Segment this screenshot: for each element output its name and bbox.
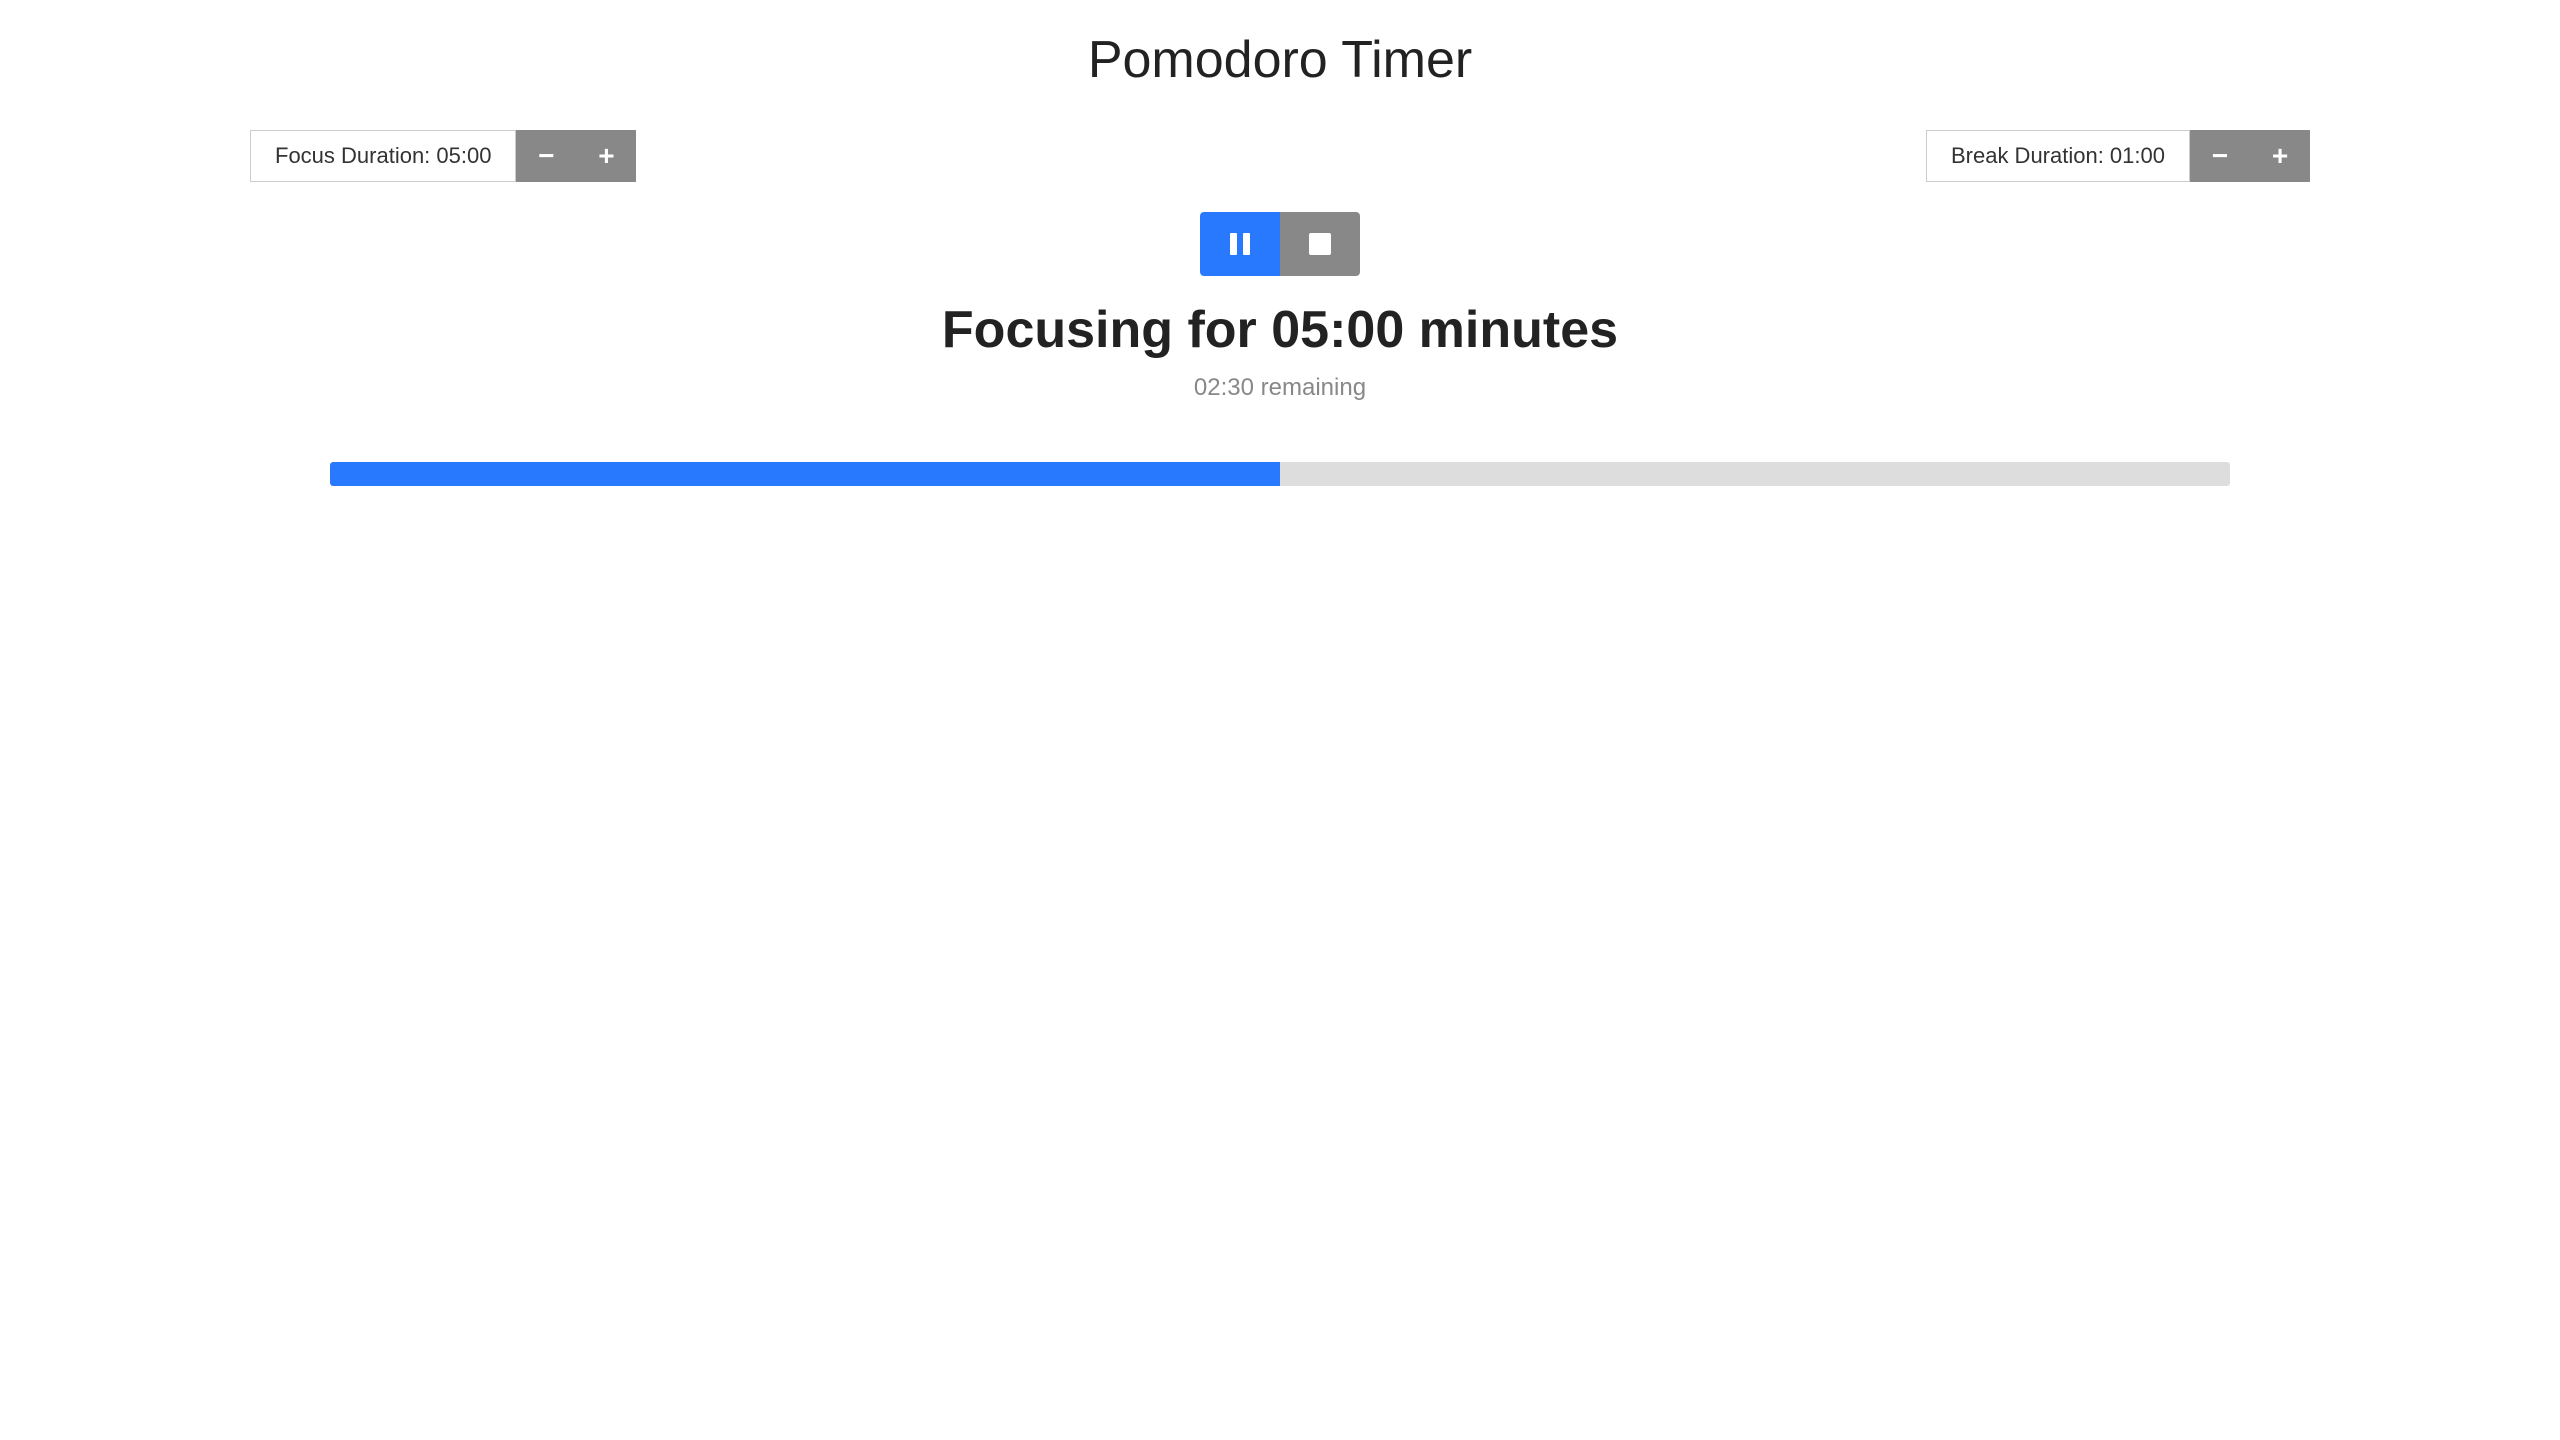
pause-icon xyxy=(1230,233,1250,255)
focusing-text: Focusing for 05:00 minutes xyxy=(942,300,1618,360)
app-container: Pomodoro Timer Focus Duration: 05:00 − +… xyxy=(0,0,2560,1440)
progress-bar-container xyxy=(330,462,2230,486)
focus-increase-button[interactable]: + xyxy=(576,130,636,182)
remaining-text: 02:30 remaining xyxy=(1194,374,1366,402)
playback-controls xyxy=(1200,212,1360,276)
focus-duration-control: Focus Duration: 05:00 − + xyxy=(250,130,636,182)
controls-row: Focus Duration: 05:00 − + Break Duration… xyxy=(0,130,2560,182)
break-increase-button[interactable]: + xyxy=(2250,130,2310,182)
break-decrease-button[interactable]: − xyxy=(2190,130,2250,182)
app-title: Pomodoro Timer xyxy=(1088,30,1472,90)
progress-bar-fill xyxy=(330,462,1280,486)
break-duration-label: Break Duration: 01:00 xyxy=(1926,130,2190,182)
break-duration-control: Break Duration: 01:00 − + xyxy=(1926,130,2310,182)
stop-icon xyxy=(1309,233,1331,255)
pause-button[interactable] xyxy=(1200,212,1280,276)
stop-button[interactable] xyxy=(1280,212,1360,276)
focus-duration-label: Focus Duration: 05:00 xyxy=(250,130,516,182)
timer-section: Focusing for 05:00 minutes 02:30 remaini… xyxy=(942,212,1618,432)
focus-decrease-button[interactable]: − xyxy=(516,130,576,182)
